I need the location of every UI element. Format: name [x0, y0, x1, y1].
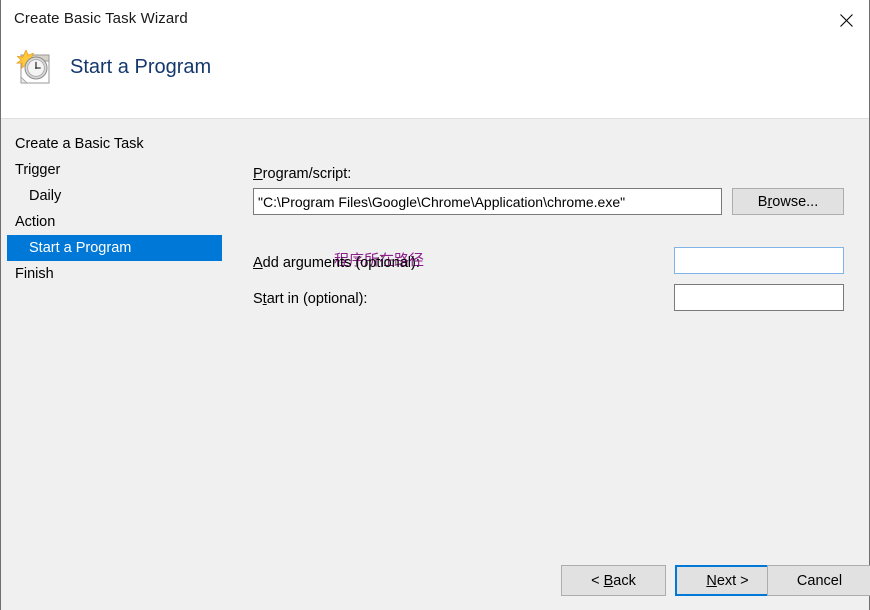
wizard-footer: < Back Next > Cancel	[1, 548, 870, 610]
page-title: Start a Program	[70, 56, 212, 78]
back-button[interactable]: < Back	[561, 565, 666, 596]
sidebar-item-daily[interactable]: Daily	[1, 183, 229, 209]
add-arguments-label-text: dd arguments (optional):	[262, 255, 420, 271]
sidebar-item-start-a-program[interactable]: Start a Program	[7, 235, 222, 261]
program-script-label-text: rogram/script:	[262, 166, 352, 182]
close-button[interactable]	[823, 0, 869, 40]
wizard-header: Start a Program	[1, 40, 869, 118]
add-arguments-accelerator: A	[253, 255, 263, 271]
next-button-label-post: ext >	[716, 572, 749, 589]
next-button[interactable]: Next >	[675, 565, 780, 596]
next-button-accelerator: N	[706, 572, 717, 589]
create-basic-task-wizard-window: Create Basic Task Wizard Start a Program…	[0, 0, 870, 610]
wizard-step-nav: Create a Basic Task Trigger Daily Action…	[1, 119, 229, 549]
sidebar-item-finish[interactable]: Finish	[1, 261, 229, 287]
add-arguments-input[interactable]	[674, 247, 844, 274]
back-button-label-pre: <	[591, 572, 604, 589]
task-scheduler-clock-icon	[13, 47, 57, 91]
program-script-accelerator: P	[253, 166, 263, 182]
add-arguments-label: Add arguments (optional):	[253, 255, 420, 271]
close-icon	[839, 13, 853, 27]
window-title: Create Basic Task Wizard	[14, 10, 188, 27]
browse-button-label-post: owse...	[772, 193, 819, 210]
browse-button-label-pre: B	[757, 193, 768, 210]
program-script-label: Program/script:	[253, 166, 351, 182]
browse-button[interactable]: Browse...	[732, 188, 844, 215]
wizard-body: Create a Basic Task Trigger Daily Action…	[1, 118, 870, 610]
title-bar: Create Basic Task Wizard	[1, 0, 869, 40]
start-in-label-post: art in (optional):	[266, 291, 368, 307]
start-in-label-pre: S	[253, 291, 263, 307]
start-in-label: Start in (optional):	[253, 291, 367, 307]
sidebar-item-create-a-basic-task[interactable]: Create a Basic Task	[1, 131, 229, 157]
back-button-label-post: ack	[613, 572, 636, 589]
back-button-accelerator: B	[603, 572, 614, 589]
sidebar-item-action[interactable]: Action	[1, 209, 229, 235]
cancel-button[interactable]: Cancel	[767, 565, 870, 596]
program-script-input[interactable]	[253, 188, 722, 215]
start-in-input[interactable]	[674, 284, 844, 311]
sidebar-item-trigger[interactable]: Trigger	[1, 157, 229, 183]
